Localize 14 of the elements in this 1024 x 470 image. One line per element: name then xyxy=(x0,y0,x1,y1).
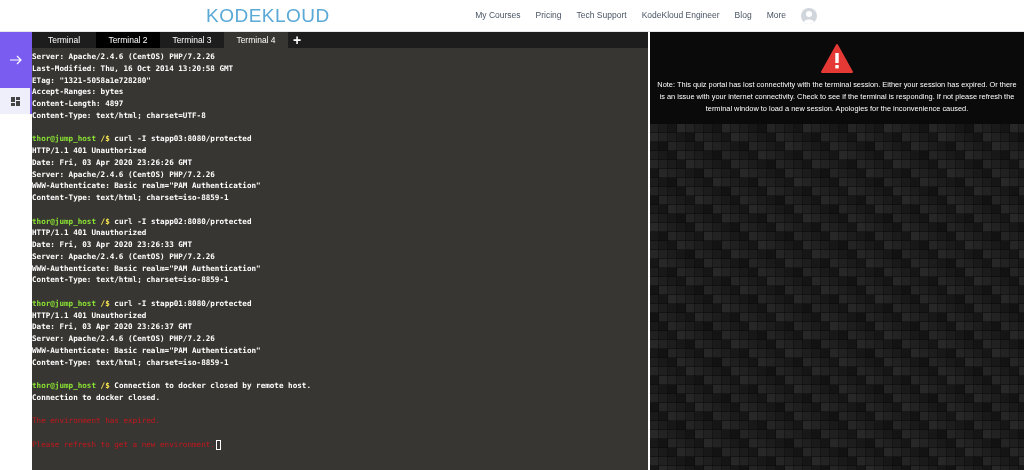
avatar-icon[interactable] xyxy=(801,7,817,24)
arrow-icon xyxy=(10,55,22,65)
grid-icon xyxy=(10,96,20,106)
add-tab-button[interactable]: + xyxy=(288,32,306,48)
nav-link[interactable]: KodeKloud Engineer xyxy=(641,9,720,22)
terminal-tab[interactable]: Terminal 2 xyxy=(96,32,160,48)
warning-icon xyxy=(821,44,853,73)
terminal-tab[interactable]: Terminal 4 xyxy=(224,32,288,48)
grid-button[interactable] xyxy=(0,88,32,114)
nav-link[interactable]: My Courses xyxy=(475,9,521,22)
nav-link[interactable]: Tech Support xyxy=(576,9,627,22)
nav-link[interactable]: Pricing xyxy=(535,9,562,22)
nav-link[interactable]: Blog xyxy=(734,9,752,22)
nav-link[interactable]: More xyxy=(766,9,786,22)
